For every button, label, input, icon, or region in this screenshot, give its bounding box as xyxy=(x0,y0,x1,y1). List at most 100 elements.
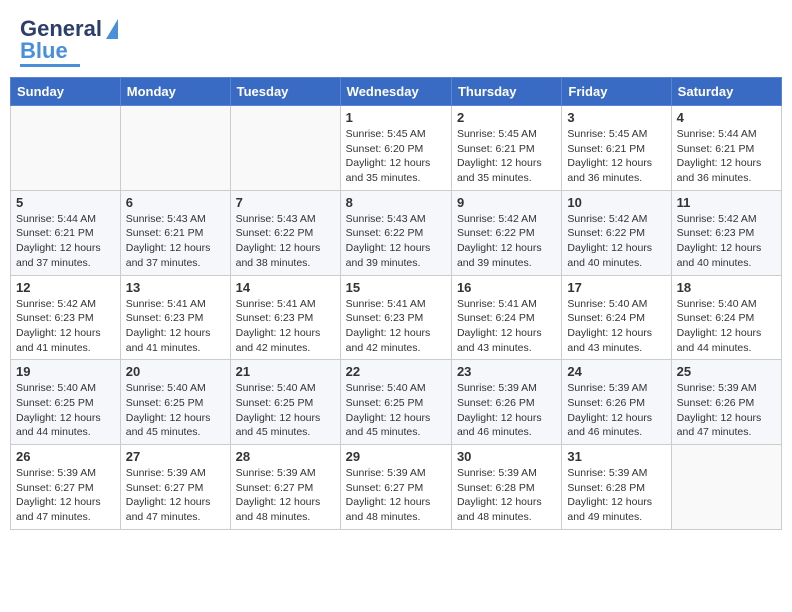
day-info: Sunrise: 5:44 AM Sunset: 6:21 PM Dayligh… xyxy=(16,212,115,271)
calendar-cell xyxy=(11,106,121,191)
calendar-cell: 20 Sunrise: 5:40 AM Sunset: 6:25 PM Dayli… xyxy=(120,360,230,445)
day-info: Sunrise: 5:40 AM Sunset: 6:25 PM Dayligh… xyxy=(346,381,446,440)
calendar-cell: 10Sunrise: 5:42 AM Sunset: 6:22 PM Dayli… xyxy=(562,190,671,275)
day-info: Sunrise: 5:42 AM Sunset: 6:23 PM Dayligh… xyxy=(16,297,115,356)
calendar-cell xyxy=(120,106,230,191)
day-header-thursday: Thursday xyxy=(451,78,561,106)
day-number: 31 xyxy=(567,449,665,464)
day-number: 3 xyxy=(567,110,665,125)
logo-underline xyxy=(20,64,80,67)
day-number: 21 xyxy=(236,364,335,379)
day-info: Sunrise: 5:43 AM Sunset: 6:21 PM Dayligh… xyxy=(126,212,225,271)
day-header-wednesday: Wednesday xyxy=(340,78,451,106)
day-info: Sunrise: 5:39 AM Sunset: 6:26 PM Dayligh… xyxy=(677,381,776,440)
day-number: 4 xyxy=(677,110,776,125)
calendar-cell: 16 Sunrise: 5:41 AM Sunset: 6:24 PM Dayli… xyxy=(451,275,561,360)
day-number: 25 xyxy=(677,364,776,379)
day-number: 12 xyxy=(16,280,115,295)
calendar-cell: 19 Sunrise: 5:40 AM Sunset: 6:25 PM Dayli… xyxy=(11,360,121,445)
calendar-cell: 6 Sunrise: 5:43 AM Sunset: 6:21 PM Daylig… xyxy=(120,190,230,275)
calendar-week-row: 1 Sunrise: 5:45 AM Sunset: 6:20 PM Daylig… xyxy=(11,106,782,191)
day-number: 28 xyxy=(236,449,335,464)
day-info: Sunrise: 5:39 AM Sunset: 6:27 PM Dayligh… xyxy=(236,466,335,525)
day-number: 17 xyxy=(567,280,665,295)
header: General Blue xyxy=(10,10,782,71)
calendar-cell: 29Sunrise: 5:39 AM Sunset: 6:27 PM Dayli… xyxy=(340,445,451,530)
calendar-cell: 1 Sunrise: 5:45 AM Sunset: 6:20 PM Daylig… xyxy=(340,106,451,191)
day-number: 14 xyxy=(236,280,335,295)
day-number: 19 xyxy=(16,364,115,379)
day-info: Sunrise: 5:45 AM Sunset: 6:21 PM Dayligh… xyxy=(457,127,556,186)
day-info: Sunrise: 5:45 AM Sunset: 6:20 PM Dayligh… xyxy=(346,127,446,186)
day-info: Sunrise: 5:40 AM Sunset: 6:25 PM Dayligh… xyxy=(126,381,225,440)
calendar-cell: 3 Sunrise: 5:45 AM Sunset: 6:21 PM Daylig… xyxy=(562,106,671,191)
day-header-sunday: Sunday xyxy=(11,78,121,106)
calendar-cell: 25 Sunrise: 5:39 AM Sunset: 6:26 PM Dayli… xyxy=(671,360,781,445)
day-number: 5 xyxy=(16,195,115,210)
day-info: Sunrise: 5:40 AM Sunset: 6:24 PM Dayligh… xyxy=(677,297,776,356)
day-header-monday: Monday xyxy=(120,78,230,106)
day-info: Sunrise: 5:40 AM Sunset: 6:24 PM Dayligh… xyxy=(567,297,665,356)
calendar-cell xyxy=(671,445,781,530)
calendar-week-row: 12 Sunrise: 5:42 AM Sunset: 6:23 PM Dayli… xyxy=(11,275,782,360)
calendar-cell: 4 Sunrise: 5:44 AM Sunset: 6:21 PM Daylig… xyxy=(671,106,781,191)
calendar-cell: 17 Sunrise: 5:40 AM Sunset: 6:24 PM Dayli… xyxy=(562,275,671,360)
logo-text: General xyxy=(20,18,102,40)
day-info: Sunrise: 5:39 AM Sunset: 6:28 PM Dayligh… xyxy=(567,466,665,525)
calendar-week-row: 19 Sunrise: 5:40 AM Sunset: 6:25 PM Dayli… xyxy=(11,360,782,445)
logo: General Blue xyxy=(20,18,118,67)
calendar-cell: 26 Sunrise: 5:39 AM Sunset: 6:27 PM Dayli… xyxy=(11,445,121,530)
calendar-table: SundayMondayTuesdayWednesdayThursdayFrid… xyxy=(10,77,782,530)
day-number: 6 xyxy=(126,195,225,210)
day-info: Sunrise: 5:43 AM Sunset: 6:22 PM Dayligh… xyxy=(236,212,335,271)
day-info: Sunrise: 5:39 AM Sunset: 6:27 PM Dayligh… xyxy=(346,466,446,525)
day-number: 9 xyxy=(457,195,556,210)
day-number: 26 xyxy=(16,449,115,464)
day-info: Sunrise: 5:39 AM Sunset: 6:26 PM Dayligh… xyxy=(457,381,556,440)
day-number: 23 xyxy=(457,364,556,379)
logo-text2: Blue xyxy=(20,40,68,62)
calendar-cell xyxy=(230,106,340,191)
day-info: Sunrise: 5:40 AM Sunset: 6:25 PM Dayligh… xyxy=(16,381,115,440)
day-number: 20 xyxy=(126,364,225,379)
day-info: Sunrise: 5:41 AM Sunset: 6:24 PM Dayligh… xyxy=(457,297,556,356)
calendar-cell: 14 Sunrise: 5:41 AM Sunset: 6:23 PM Dayli… xyxy=(230,275,340,360)
calendar-cell: 13 Sunrise: 5:41 AM Sunset: 6:23 PM Dayli… xyxy=(120,275,230,360)
day-info: Sunrise: 5:42 AM Sunset: 6:23 PM Dayligh… xyxy=(677,212,776,271)
calendar-cell: 31 Sunrise: 5:39 AM Sunset: 6:28 PM Dayli… xyxy=(562,445,671,530)
calendar-cell: 2 Sunrise: 5:45 AM Sunset: 6:21 PM Daylig… xyxy=(451,106,561,191)
day-info: Sunrise: 5:42 AM Sunset: 6:22 PM Dayligh… xyxy=(567,212,665,271)
day-info: Sunrise: 5:45 AM Sunset: 6:21 PM Dayligh… xyxy=(567,127,665,186)
calendar-cell: 9 Sunrise: 5:42 AM Sunset: 6:22 PM Daylig… xyxy=(451,190,561,275)
calendar-cell: 11Sunrise: 5:42 AM Sunset: 6:23 PM Dayli… xyxy=(671,190,781,275)
day-number: 27 xyxy=(126,449,225,464)
day-header-tuesday: Tuesday xyxy=(230,78,340,106)
calendar-cell: 7 Sunrise: 5:43 AM Sunset: 6:22 PM Daylig… xyxy=(230,190,340,275)
day-number: 7 xyxy=(236,195,335,210)
day-info: Sunrise: 5:44 AM Sunset: 6:21 PM Dayligh… xyxy=(677,127,776,186)
calendar-cell: 30Sunrise: 5:39 AM Sunset: 6:28 PM Dayli… xyxy=(451,445,561,530)
calendar-cell: 23 Sunrise: 5:39 AM Sunset: 6:26 PM Dayli… xyxy=(451,360,561,445)
day-number: 15 xyxy=(346,280,446,295)
day-info: Sunrise: 5:43 AM Sunset: 6:22 PM Dayligh… xyxy=(346,212,446,271)
day-number: 16 xyxy=(457,280,556,295)
calendar-cell: 12 Sunrise: 5:42 AM Sunset: 6:23 PM Dayli… xyxy=(11,275,121,360)
calendar-week-row: 26 Sunrise: 5:39 AM Sunset: 6:27 PM Dayli… xyxy=(11,445,782,530)
logo-triangle-icon xyxy=(106,19,118,39)
day-info: Sunrise: 5:41 AM Sunset: 6:23 PM Dayligh… xyxy=(236,297,335,356)
day-number: 2 xyxy=(457,110,556,125)
day-info: Sunrise: 5:40 AM Sunset: 6:25 PM Dayligh… xyxy=(236,381,335,440)
calendar-cell: 22Sunrise: 5:40 AM Sunset: 6:25 PM Dayli… xyxy=(340,360,451,445)
day-number: 18 xyxy=(677,280,776,295)
day-number: 13 xyxy=(126,280,225,295)
day-info: Sunrise: 5:41 AM Sunset: 6:23 PM Dayligh… xyxy=(126,297,225,356)
day-header-friday: Friday xyxy=(562,78,671,106)
day-info: Sunrise: 5:39 AM Sunset: 6:27 PM Dayligh… xyxy=(16,466,115,525)
day-number: 1 xyxy=(346,110,446,125)
day-info: Sunrise: 5:42 AM Sunset: 6:22 PM Dayligh… xyxy=(457,212,556,271)
calendar-cell: 24Sunrise: 5:39 AM Sunset: 6:26 PM Dayli… xyxy=(562,360,671,445)
calendar-cell: 28 Sunrise: 5:39 AM Sunset: 6:27 PM Dayli… xyxy=(230,445,340,530)
day-number: 24 xyxy=(567,364,665,379)
day-number: 30 xyxy=(457,449,556,464)
calendar-cell: 27Sunrise: 5:39 AM Sunset: 6:27 PM Dayli… xyxy=(120,445,230,530)
